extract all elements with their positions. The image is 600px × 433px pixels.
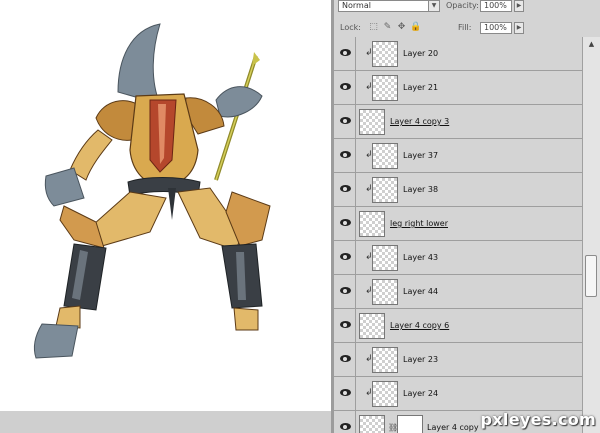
layer-row[interactable]: leg right lower [334,207,582,241]
eye-icon [340,423,351,430]
lock-label: Lock: [340,23,361,32]
watermark: pxleyes.com [480,410,596,429]
visibility-toggle[interactable] [334,309,356,342]
visibility-toggle[interactable] [334,173,356,206]
layer-name[interactable]: Layer 43 [403,252,438,263]
armor-figure-artwork [33,23,271,359]
layer-name[interactable]: Layer 37 [403,150,438,161]
layer-name[interactable]: Layer 20 [403,48,438,59]
lock-image-icon[interactable]: ✎ [382,22,393,33]
blend-mode-value: Normal [342,1,371,10]
visibility-toggle[interactable] [334,37,356,70]
eye-icon [340,253,351,260]
visibility-toggle[interactable] [334,343,356,376]
photoshop-window: Normal ▼ Opacity: 100% ▶ Lock: ⬚ ✎ ✥ 🔒 F… [0,0,600,433]
layer-thumbnail[interactable] [372,177,398,203]
layer-thumbnail[interactable] [372,381,398,407]
fill-arrow-icon[interactable]: ▶ [514,22,524,34]
layers-scrollbar[interactable]: ▲ [582,37,600,433]
layer-name[interactable]: leg right lower [390,218,448,229]
lock-all-icon[interactable]: 🔒 [410,22,421,33]
blend-mode-select[interactable]: Normal ▼ [338,0,440,12]
layer-name[interactable]: Layer 44 [403,286,438,297]
layer-thumbnail[interactable] [359,109,385,135]
opacity-label: Opacity: [446,1,479,10]
opacity-arrow-icon[interactable]: ▶ [514,0,524,12]
eye-icon [340,219,351,226]
visibility-toggle[interactable] [334,105,356,138]
visibility-toggle[interactable] [334,275,356,308]
layer-row[interactable]: Layer 4 copy 3 [334,105,582,139]
fill-label: Fill: [458,23,472,32]
eye-icon [340,287,351,294]
eye-icon [340,151,351,158]
visibility-toggle[interactable] [334,411,356,433]
layers-panel: Normal ▼ Opacity: 100% ▶ Lock: ⬚ ✎ ✥ 🔒 F… [334,0,600,433]
layer-name[interactable]: Layer 4 copy 6 [390,320,449,331]
layer-thumbnail[interactable] [372,347,398,373]
visibility-toggle[interactable] [334,71,356,104]
eye-icon [340,355,351,362]
lock-row: Lock: ⬚ ✎ ✥ 🔒 Fill: 100% ▶ [334,17,600,39]
layer-list: ↲ Layer 20 ↲ Layer 21 Layer 4 copy 3 ↲ Layer 3… [334,37,582,433]
document-canvas[interactable] [0,0,331,411]
eye-icon [340,321,351,328]
eye-icon [340,117,351,124]
lock-transparent-icon[interactable]: ⬚ [368,22,379,33]
layer-row[interactable]: ↲ Layer 44 [334,275,582,309]
layer-name[interactable]: Layer 23 [403,354,438,365]
scroll-up-icon[interactable]: ▲ [586,40,597,49]
layer-options-row: Normal ▼ Opacity: 100% ▶ [334,0,600,14]
layer-thumbnail[interactable] [372,245,398,271]
fill-input[interactable]: 100% [480,22,512,34]
visibility-toggle[interactable] [334,207,356,240]
layer-row[interactable]: ↲ Layer 21 [334,71,582,105]
layer-name[interactable]: Layer 21 [403,82,438,93]
visibility-toggle[interactable] [334,139,356,172]
chevron-down-icon: ▼ [428,1,439,11]
layer-row[interactable]: ↲ Layer 37 [334,139,582,173]
eye-icon [340,83,351,90]
layer-mask-thumbnail[interactable] [397,415,423,433]
visibility-toggle[interactable] [334,377,356,410]
scrollbar-thumb[interactable] [585,255,597,297]
lock-position-icon[interactable]: ✥ [396,22,407,33]
layer-name[interactable]: Layer 4 copy [427,422,479,433]
canvas-status-bar [0,411,333,433]
layer-row[interactable]: ↲ Layer 20 [334,37,582,71]
eye-icon [340,49,351,56]
layer-row[interactable]: Layer 4 copy 6 [334,309,582,343]
layer-thumbnail[interactable] [372,279,398,305]
layer-thumbnail[interactable] [359,415,385,433]
layer-name[interactable]: Layer 4 copy 3 [390,116,449,127]
eye-icon [340,389,351,396]
layer-name[interactable]: Layer 24 [403,388,438,399]
layer-thumbnail[interactable] [372,41,398,67]
visibility-toggle[interactable] [334,241,356,274]
layer-thumbnail[interactable] [359,211,385,237]
layer-thumbnail[interactable] [372,143,398,169]
layer-thumbnail[interactable] [372,75,398,101]
eye-icon [340,185,351,192]
layer-thumbnail[interactable] [359,313,385,339]
layer-row[interactable]: ↲ Layer 23 [334,343,582,377]
layer-row[interactable]: ↲ Layer 24 [334,377,582,411]
layer-row[interactable]: ↲ Layer 38 [334,173,582,207]
opacity-input[interactable]: 100% [480,0,512,12]
layer-name[interactable]: Layer 38 [403,184,438,195]
layer-row[interactable]: ↲ Layer 43 [334,241,582,275]
